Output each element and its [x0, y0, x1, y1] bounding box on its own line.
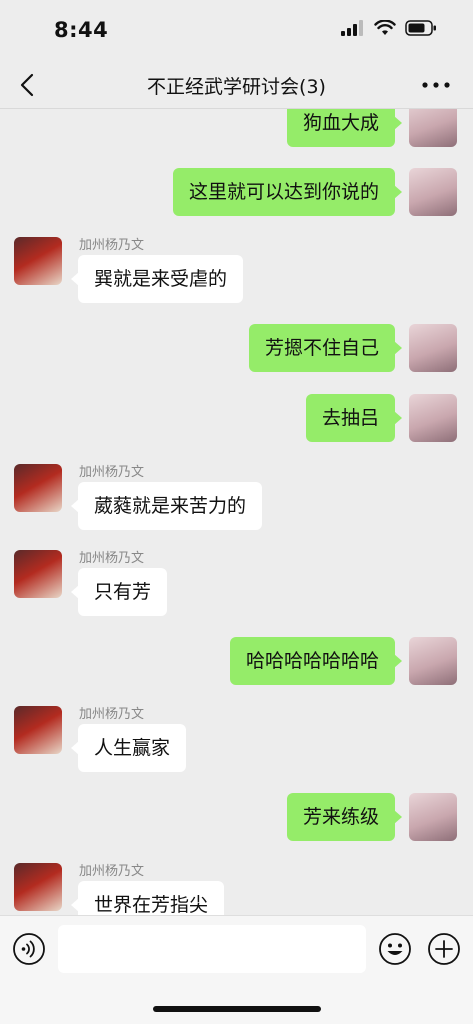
signal-icon	[341, 20, 363, 36]
status-bar: 8:44	[0, 0, 473, 62]
avatar[interactable]	[14, 464, 62, 512]
emoji-icon[interactable]	[378, 932, 412, 966]
message-bubble[interactable]: 人生赢家	[70, 724, 187, 772]
message-bubble[interactable]: 世界在芳指尖	[70, 881, 225, 915]
avatar[interactable]	[14, 237, 62, 285]
avatar[interactable]	[14, 863, 62, 911]
message-bubble[interactable]: 只有芳	[70, 568, 168, 616]
sender-name: 加州杨乃文	[79, 465, 145, 480]
avatar[interactable]	[409, 394, 457, 442]
message-input[interactable]	[58, 925, 366, 973]
message-bubble[interactable]: 狗血大成	[286, 109, 403, 147]
avatar[interactable]	[14, 706, 62, 754]
sender-name: 加州杨乃文	[79, 707, 145, 722]
message-bubble[interactable]: 葳蕤就是来苦力的	[70, 482, 263, 530]
chat-title: 不正经武学研讨会(3)	[147, 76, 326, 98]
avatar[interactable]	[14, 550, 62, 598]
voice-icon[interactable]	[12, 932, 46, 966]
avatar[interactable]	[409, 109, 457, 147]
avatar[interactable]	[409, 324, 457, 372]
sender-name: 加州杨乃文	[79, 238, 145, 253]
status-icons	[341, 20, 437, 36]
message-bubble[interactable]: 芳来练级	[286, 793, 403, 841]
battery-icon	[405, 20, 436, 36]
status-time: 8:44	[54, 18, 109, 42]
message-list[interactable]: 狗血大成 这里就可以达到你说的 加州杨乃文 巽就是来受虐的 芳摁不住自己 去抽吕…	[0, 109, 473, 915]
message-bubble[interactable]: 哈哈哈哈哈哈哈	[229, 637, 403, 685]
message-bubble[interactable]: 芳摁不住自己	[248, 324, 403, 372]
more-dots-icon[interactable]	[419, 70, 453, 100]
home-indicator	[153, 1006, 321, 1012]
message-bubble[interactable]: 去抽吕	[305, 394, 403, 442]
sender-name: 加州杨乃文	[79, 864, 145, 879]
wifi-icon	[374, 20, 396, 35]
plus-icon[interactable]	[427, 932, 461, 966]
message-bubble[interactable]: 巽就是来受虐的	[70, 255, 244, 303]
chat-header: 不正经武学研讨会(3)	[0, 62, 473, 109]
avatar[interactable]	[409, 637, 457, 685]
avatar[interactable]	[409, 168, 457, 216]
sender-name: 加州杨乃文	[79, 551, 145, 566]
avatar[interactable]	[409, 793, 457, 841]
message-bubble[interactable]: 这里就可以达到你说的	[172, 168, 403, 216]
